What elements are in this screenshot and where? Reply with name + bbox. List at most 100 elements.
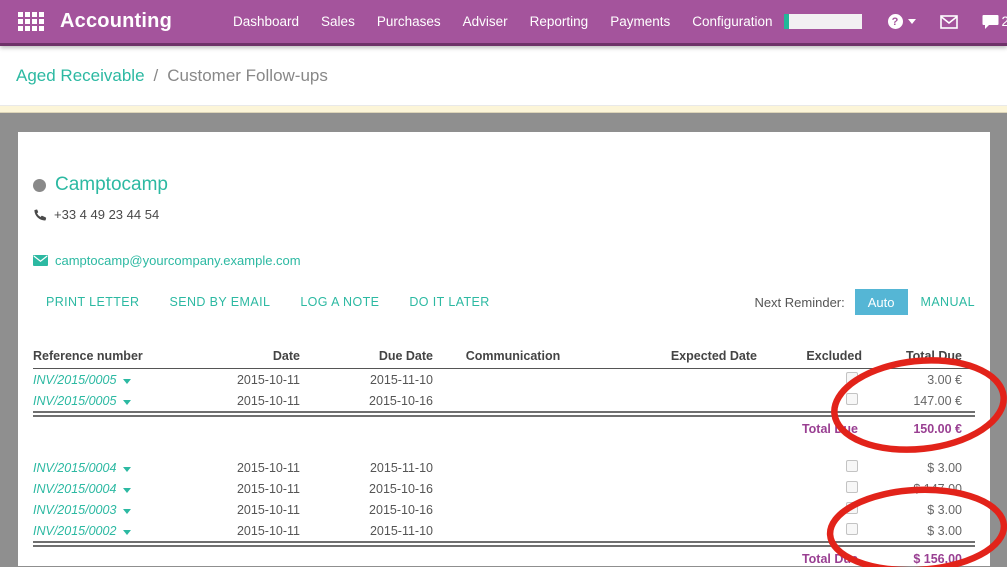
invoice-total-due: $ 3.00	[862, 499, 975, 520]
customer-name[interactable]: Camptocamp	[55, 174, 168, 196]
excluded-checkbox[interactable]	[846, 460, 858, 472]
invoice-ref-link[interactable]: INV/2015/0003	[33, 503, 116, 517]
next-reminder-label: Next Reminder:	[754, 295, 844, 310]
chat-button[interactable]: 21	[982, 14, 1007, 30]
reminder-manual-button[interactable]: MANUAL	[921, 295, 976, 309]
breadcrumb-separator: /	[154, 66, 159, 86]
customer-email-row: camptocamp@yourcompany.example.com	[33, 253, 975, 268]
help-icon: ?	[888, 14, 903, 29]
apps-grid-icon[interactable]	[18, 12, 44, 31]
customer-phone: +33 4 49 23 44 54	[54, 207, 159, 222]
messages-button[interactable]	[940, 15, 958, 29]
header-due-date: Due Date	[300, 346, 433, 369]
breadcrumb-parent-link[interactable]: Aged Receivable	[16, 66, 145, 86]
menu-adviser[interactable]: Adviser	[452, 8, 519, 35]
excluded-checkbox[interactable]	[846, 502, 858, 514]
speech-bubble-icon	[982, 14, 999, 30]
customer-email-link[interactable]: camptocamp@yourcompany.example.com	[55, 253, 301, 268]
invoice-total-due: $ 147.00	[862, 478, 975, 499]
header-date: Date	[203, 346, 300, 369]
total-due-label: Total Due	[757, 414, 862, 441]
invoice-ref-link[interactable]: INV/2015/0005	[33, 394, 116, 408]
invoice-expected-date	[593, 369, 757, 391]
menu-purchases[interactable]: Purchases	[366, 8, 452, 35]
invoice-date: 2015-10-11	[203, 499, 300, 520]
chevron-down-icon[interactable]	[123, 509, 131, 514]
status-dot-icon[interactable]	[33, 179, 46, 192]
chevron-down-icon[interactable]	[123, 400, 131, 405]
excluded-checkbox[interactable]	[846, 372, 858, 384]
invoice-communication	[433, 457, 593, 478]
menu-payments[interactable]: Payments	[599, 8, 681, 35]
invoice-row: INV/2015/0005 2015-10-11 2015-10-16 147.…	[33, 390, 975, 414]
chevron-down-icon[interactable]	[123, 467, 131, 472]
invoice-ref-link[interactable]: INV/2015/0002	[33, 524, 116, 538]
invoice-communication	[433, 478, 593, 499]
total-due-amount: 150.00 €	[862, 414, 975, 441]
top-navbar: Accounting Dashboard Sales Purchases Adv…	[0, 0, 1007, 46]
invoice-date: 2015-10-11	[203, 478, 300, 499]
invoice-communication	[433, 499, 593, 520]
invoice-due-date: 2015-11-10	[300, 369, 433, 391]
page-background: Camptocamp +33 4 49 23 44 54 camptocamp@…	[0, 113, 1007, 566]
menu-dashboard[interactable]: Dashboard	[222, 8, 310, 35]
menu-sales[interactable]: Sales	[310, 8, 366, 35]
chevron-down-icon[interactable]	[123, 530, 131, 535]
invoice-communication	[433, 520, 593, 544]
breadcrumb-current: Customer Follow-ups	[167, 66, 328, 86]
excluded-checkbox[interactable]	[846, 481, 858, 493]
envelope-icon	[940, 15, 958, 29]
excluded-checkbox[interactable]	[846, 523, 858, 535]
log-a-note-button[interactable]: LOG A NOTE	[300, 295, 379, 309]
invoice-expected-date	[593, 520, 757, 544]
invoice-expected-date	[593, 390, 757, 414]
customer-heading: Camptocamp	[33, 132, 975, 196]
invoice-row: INV/2015/0004 2015-10-11 2015-11-10 $ 3.…	[33, 457, 975, 478]
invoice-due-date: 2015-11-10	[300, 457, 433, 478]
reminder-auto-button[interactable]: Auto	[855, 289, 908, 315]
invoice-due-date: 2015-11-10	[300, 520, 433, 544]
customer-phone-row: +33 4 49 23 44 54	[33, 207, 975, 222]
chevron-down-icon	[908, 19, 916, 24]
invoice-total-due: 3.00 €	[862, 369, 975, 391]
notice-strip	[0, 105, 1007, 113]
table-header-row: Reference number Date Due Date Communica…	[33, 346, 975, 369]
next-reminder-group: Next Reminder: Auto MANUAL	[754, 289, 975, 315]
header-total-due: Total Due	[862, 346, 975, 369]
invoice-communication	[433, 390, 593, 414]
invoice-date: 2015-10-11	[203, 520, 300, 544]
send-by-email-button[interactable]: SEND BY EMAIL	[169, 295, 270, 309]
do-it-later-button[interactable]: DO IT LATER	[409, 295, 489, 309]
group-total-row: Total Due $ 156.00	[33, 544, 975, 567]
group-spacer	[33, 441, 975, 457]
breadcrumb: Aged Receivable / Customer Follow-ups	[0, 46, 1007, 105]
mail-icon	[33, 255, 48, 266]
invoice-row: INV/2015/0004 2015-10-11 2015-10-16 $ 14…	[33, 478, 975, 499]
main-menu: Dashboard Sales Purchases Adviser Report…	[222, 8, 784, 35]
followup-sheet: Camptocamp +33 4 49 23 44 54 camptocamp@…	[18, 132, 990, 566]
group-total-row: Total Due 150.00 €	[33, 414, 975, 441]
excluded-checkbox[interactable]	[846, 393, 858, 405]
header-communication: Communication	[433, 346, 593, 369]
invoice-row: INV/2015/0002 2015-10-11 2015-11-10 $ 3.…	[33, 520, 975, 544]
chevron-down-icon[interactable]	[123, 488, 131, 493]
timer-bar[interactable]	[784, 14, 862, 29]
invoice-ref-link[interactable]: INV/2015/0005	[33, 373, 116, 387]
invoice-ref-link[interactable]: INV/2015/0004	[33, 461, 116, 475]
header-excluded: Excluded	[757, 346, 862, 369]
invoice-communication	[433, 369, 593, 391]
action-buttons: PRINT LETTER SEND BY EMAIL LOG A NOTE DO…	[46, 295, 520, 309]
phone-icon	[33, 208, 47, 222]
invoice-due-date: 2015-10-16	[300, 478, 433, 499]
menu-reporting[interactable]: Reporting	[519, 8, 600, 35]
invoice-due-date: 2015-10-16	[300, 499, 433, 520]
invoice-ref-link[interactable]: INV/2015/0004	[33, 482, 116, 496]
header-expected-date: Expected Date	[593, 346, 757, 369]
header-reference: Reference number	[33, 346, 203, 369]
print-letter-button[interactable]: PRINT LETTER	[46, 295, 139, 309]
menu-configuration[interactable]: Configuration	[681, 8, 783, 35]
chevron-down-icon[interactable]	[123, 379, 131, 384]
help-menu[interactable]: ?	[888, 14, 916, 29]
invoice-row: INV/2015/0005 2015-10-11 2015-11-10 3.00…	[33, 369, 975, 391]
total-due-label: Total Due	[757, 544, 862, 567]
